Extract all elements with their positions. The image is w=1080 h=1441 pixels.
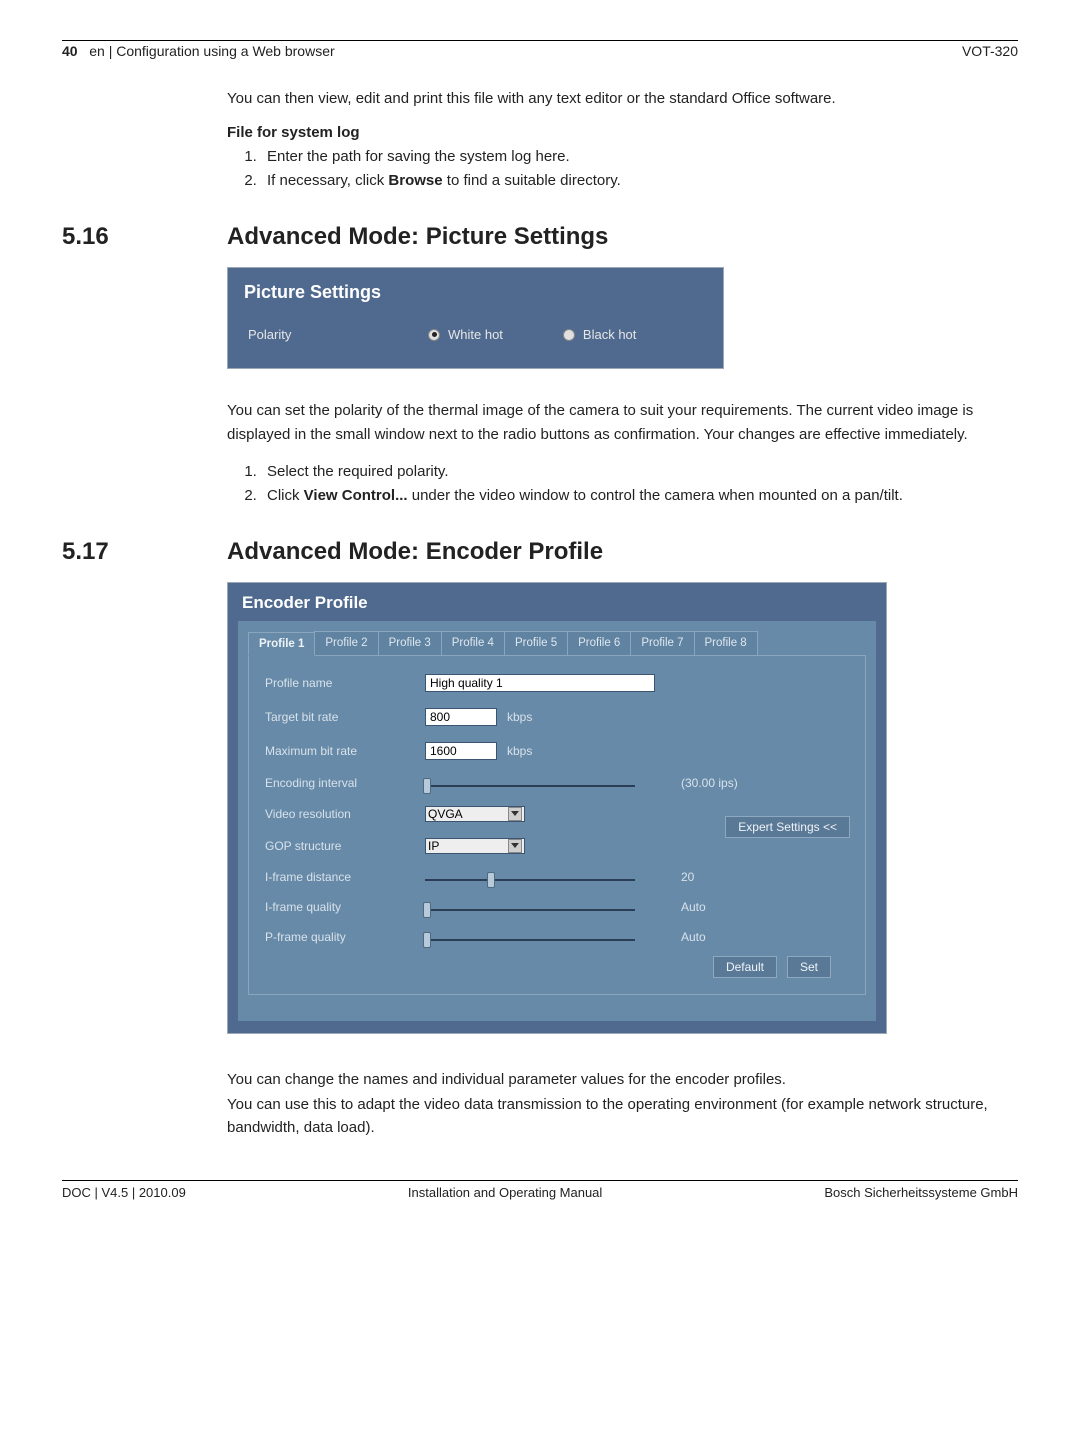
select-value: IP bbox=[428, 839, 439, 853]
radio-black-hot[interactable]: Black hot bbox=[563, 327, 636, 342]
iframe-distance-value: 20 bbox=[681, 870, 751, 884]
page-number: 40 bbox=[62, 43, 78, 59]
tab-profile-7[interactable]: Profile 7 bbox=[630, 631, 694, 655]
profile-name-label: Profile name bbox=[265, 676, 425, 690]
iframe-quality-value: Auto bbox=[681, 900, 751, 914]
iframe-distance-label: I-frame distance bbox=[265, 870, 425, 884]
chevron-down-icon bbox=[508, 839, 522, 853]
target-bitrate-input[interactable]: 800 bbox=[425, 708, 497, 726]
tab-profile-2[interactable]: Profile 2 bbox=[314, 631, 378, 655]
footer-left: DOC | V4.5 | 2010.09 bbox=[62, 1185, 186, 1200]
chevron-down-icon bbox=[508, 807, 522, 821]
polarity-steps: Select the required polarity. Click View… bbox=[227, 460, 1008, 508]
header-model: VOT-320 bbox=[962, 43, 1018, 59]
encoder-para-1: You can change the names and individual … bbox=[227, 1068, 1008, 1091]
tab-profile-5[interactable]: Profile 5 bbox=[504, 631, 568, 655]
footer-right: Bosch Sicherheitssysteme GmbH bbox=[824, 1185, 1018, 1200]
pframe-quality-slider[interactable] bbox=[425, 939, 635, 941]
radio-icon bbox=[428, 329, 440, 341]
file-log-heading: File for system log bbox=[227, 124, 1008, 141]
section-number: 5.16 bbox=[62, 223, 227, 251]
pframe-quality-label: P-frame quality bbox=[265, 930, 425, 944]
list-item: Click View Control... under the video wi… bbox=[261, 484, 1008, 508]
max-bitrate-label: Maximum bit rate bbox=[265, 744, 425, 758]
tab-profile-4[interactable]: Profile 4 bbox=[441, 631, 505, 655]
footer-center: Installation and Operating Manual bbox=[408, 1185, 602, 1200]
max-bitrate-input[interactable]: 1600 bbox=[425, 742, 497, 760]
iframe-quality-slider[interactable] bbox=[425, 909, 635, 911]
slider-thumb-icon bbox=[423, 902, 431, 918]
pframe-quality-value: Auto bbox=[681, 930, 751, 944]
encoding-interval-slider[interactable] bbox=[425, 785, 635, 787]
unit-kbps: kbps bbox=[507, 744, 532, 758]
panel-title: Picture Settings bbox=[228, 268, 723, 313]
video-resolution-select[interactable]: QVGA bbox=[425, 806, 525, 822]
list-item: If necessary, click Browse to find a sui… bbox=[261, 169, 1008, 193]
polarity-paragraph: You can set the polarity of the thermal … bbox=[227, 399, 1008, 446]
radio-white-hot[interactable]: White hot bbox=[428, 327, 503, 342]
tab-profile-1[interactable]: Profile 1 bbox=[248, 632, 315, 656]
encoder-para-2: You can use this to adapt the video data… bbox=[227, 1093, 1008, 1140]
iframe-distance-slider[interactable] bbox=[425, 879, 635, 881]
section-title: Advanced Mode: Picture Settings bbox=[227, 223, 608, 251]
iframe-quality-label: I-frame quality bbox=[265, 900, 425, 914]
file-log-steps: Enter the path for saving the system log… bbox=[227, 145, 1008, 193]
panel-title: Encoder Profile bbox=[228, 583, 886, 621]
page-footer: DOC | V4.5 | 2010.09 Installation and Op… bbox=[62, 1185, 1018, 1200]
default-button[interactable]: Default bbox=[713, 956, 777, 978]
profile-name-input[interactable]: High quality 1 bbox=[425, 674, 655, 692]
tab-profile-8[interactable]: Profile 8 bbox=[694, 631, 758, 655]
polarity-label: Polarity bbox=[248, 327, 368, 342]
breadcrumb: en | Configuration using a Web browser bbox=[89, 43, 334, 59]
encoding-interval-value: (30.00 ips) bbox=[681, 776, 751, 790]
slider-thumb-icon bbox=[423, 932, 431, 948]
radio-label: Black hot bbox=[583, 327, 636, 342]
expert-settings-button[interactable]: Expert Settings << bbox=[725, 816, 850, 838]
intro-paragraph: You can then view, edit and print this f… bbox=[227, 87, 1008, 110]
video-resolution-label: Video resolution bbox=[265, 807, 425, 821]
slider-thumb-icon bbox=[423, 778, 431, 794]
target-bitrate-label: Target bit rate bbox=[265, 710, 425, 724]
radio-icon bbox=[563, 329, 575, 341]
encoder-profile-panel: Encoder Profile Profile 1 Profile 2 Prof… bbox=[227, 582, 887, 1034]
gop-structure-select[interactable]: IP bbox=[425, 838, 525, 854]
profile-tabs: Profile 1 Profile 2 Profile 3 Profile 4 … bbox=[248, 631, 866, 655]
encoding-interval-label: Encoding interval bbox=[265, 776, 425, 790]
header-left: 40 en | Configuration using a Web browse… bbox=[62, 43, 335, 59]
unit-kbps: kbps bbox=[507, 710, 532, 724]
section-title: Advanced Mode: Encoder Profile bbox=[227, 538, 603, 566]
section-number: 5.17 bbox=[62, 538, 227, 566]
page-header: 40 en | Configuration using a Web browse… bbox=[62, 43, 1018, 59]
tab-profile-6[interactable]: Profile 6 bbox=[567, 631, 631, 655]
select-value: QVGA bbox=[428, 807, 463, 821]
radio-label: White hot bbox=[448, 327, 503, 342]
set-button[interactable]: Set bbox=[787, 956, 831, 978]
list-item: Enter the path for saving the system log… bbox=[261, 145, 1008, 169]
tab-profile-3[interactable]: Profile 3 bbox=[378, 631, 442, 655]
slider-thumb-icon bbox=[487, 872, 495, 888]
picture-settings-panel: Picture Settings Polarity White hot Blac… bbox=[227, 267, 724, 369]
list-item: Select the required polarity. bbox=[261, 460, 1008, 484]
gop-structure-label: GOP structure bbox=[265, 839, 425, 853]
